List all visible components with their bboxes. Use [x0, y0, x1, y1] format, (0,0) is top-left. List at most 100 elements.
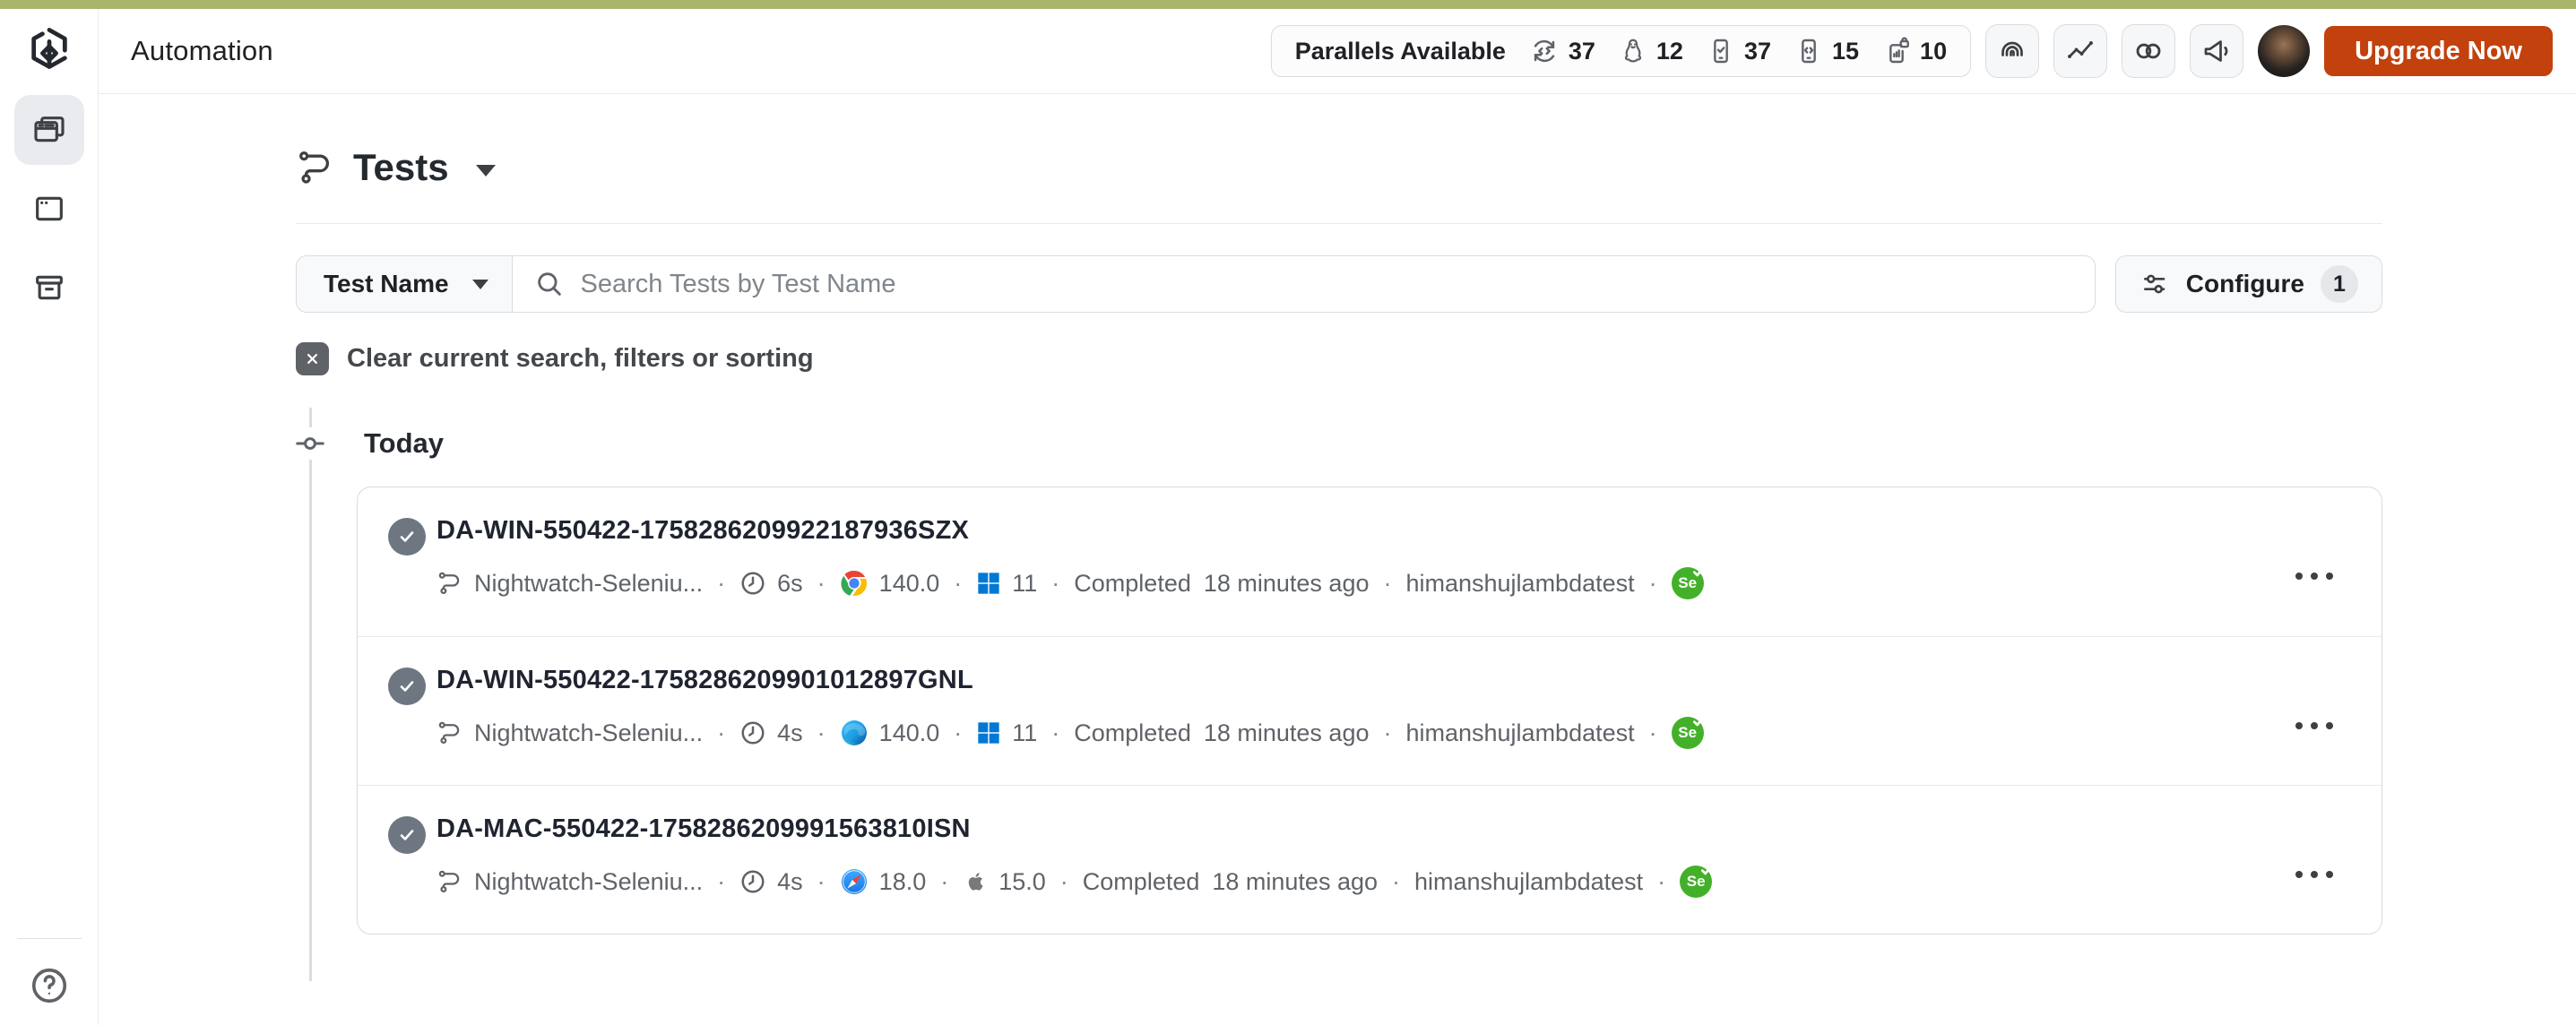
test-duration: 6s — [777, 570, 803, 598]
page-title: Tests — [353, 146, 449, 189]
parallels-mobile-code: 15 — [1794, 37, 1859, 65]
fingerprint-icon — [1996, 35, 2028, 67]
framework-route-icon — [437, 868, 463, 895]
framework-name[interactable]: Nightwatch-Seleniu... — [474, 719, 703, 747]
parallels-mobile-check: 37 — [1707, 37, 1771, 65]
test-duration: 4s — [777, 868, 803, 896]
mobile-code-icon — [1794, 37, 1823, 65]
clock-icon — [739, 570, 766, 597]
test-user: himanshujlambdatest — [1405, 570, 1634, 598]
test-row[interactable]: DA-WIN-550422-1758286209901012897GNL Nig… — [358, 636, 2382, 785]
top-header: Automation Parallels Available 37 — [99, 9, 2576, 94]
test-time-ago: 18 minutes ago — [1204, 570, 1370, 598]
status-passed-icon — [388, 518, 426, 556]
configure-count-badge: 1 — [2321, 265, 2358, 303]
parallels-available-widget[interactable]: Parallels Available 37 — [1271, 25, 1971, 77]
selenium-badge-icon: Se — [1672, 567, 1704, 599]
test-time-ago: 18 minutes ago — [1204, 719, 1370, 747]
megaphone-icon — [2200, 35, 2233, 67]
browser-version: 140.0 — [879, 570, 940, 598]
framework-route-icon — [437, 570, 463, 597]
lambdatest-logo-icon[interactable] — [22, 22, 76, 75]
parallels-linux: 12 — [1619, 37, 1683, 65]
search-icon — [534, 269, 565, 299]
windows-icon — [976, 720, 1001, 745]
test-time-ago: 18 minutes ago — [1212, 868, 1378, 896]
browser-version: 18.0 — [879, 868, 927, 896]
parallels-label: Parallels Available — [1295, 38, 1506, 65]
browser-notice-strip — [0, 0, 2576, 9]
mobile-check-icon — [1707, 37, 1735, 65]
analytics-button[interactable] — [2053, 24, 2107, 78]
sidebar-item-archive[interactable] — [14, 253, 84, 323]
os-version: 11 — [1012, 719, 1037, 747]
chevron-down-icon — [472, 280, 488, 289]
integrations-button[interactable] — [2122, 24, 2175, 78]
os-version: 11 — [1012, 570, 1037, 598]
windows-icon — [976, 571, 1001, 596]
row-actions-menu-button[interactable] — [2283, 858, 2346, 891]
upgrade-now-button[interactable]: Upgrade Now — [2324, 26, 2553, 76]
test-user: himanshujlambdatest — [1405, 719, 1634, 747]
clear-filters-button[interactable]: Clear current search, filters or sorting — [296, 342, 814, 375]
test-status: Completed — [1074, 719, 1191, 747]
page-header-title: Automation — [131, 35, 273, 67]
insights-button[interactable] — [1985, 24, 2039, 78]
sidebar — [0, 9, 99, 1025]
clock-icon — [739, 868, 766, 895]
sidebar-item-builds[interactable] — [14, 95, 84, 165]
timeline-node-icon — [294, 427, 326, 460]
parallels-device-lock: 10 — [1882, 37, 1947, 65]
framework-name[interactable]: Nightwatch-Seleniu... — [474, 570, 703, 598]
sidebar-divider — [17, 938, 82, 939]
parallels-web-automation: 37 — [1529, 36, 1595, 66]
link-icon — [2132, 35, 2165, 67]
test-name[interactable]: DA-MAC-550422-1758286209991563810ISN — [437, 814, 1712, 844]
tests-dropdown-caret-icon[interactable] — [476, 165, 496, 177]
clock-icon — [739, 719, 766, 746]
test-row[interactable]: DA-MAC-550422-1758286209991563810ISN Nig… — [358, 785, 2382, 934]
web-automation-icon — [1529, 36, 1560, 66]
search-field-value: Test Name — [324, 270, 449, 298]
search-input[interactable] — [581, 270, 2073, 299]
status-passed-icon — [388, 668, 426, 705]
help-icon[interactable] — [22, 959, 76, 1012]
browser-version: 140.0 — [879, 719, 940, 747]
line-chart-icon — [2064, 35, 2096, 67]
title-divider — [296, 223, 2382, 224]
search-field-selector[interactable]: Test Name — [296, 255, 513, 313]
configure-button[interactable]: Configure 1 — [2115, 255, 2382, 313]
test-status: Completed — [1083, 868, 1200, 896]
framework-name[interactable]: Nightwatch-Seleniu... — [474, 868, 703, 896]
test-name[interactable]: DA-WIN-550422-1758286209922187936SZX — [437, 516, 1704, 546]
sliders-icon — [2139, 269, 2170, 299]
selenium-badge-icon: Se — [1672, 717, 1704, 749]
configure-label: Configure — [2186, 270, 2304, 298]
test-name[interactable]: DA-WIN-550422-1758286209901012897GNL — [437, 666, 1704, 695]
timeline-line — [309, 408, 312, 981]
framework-route-icon — [437, 719, 463, 746]
clear-filters-label: Clear current search, filters or sorting — [347, 344, 814, 374]
edge-icon — [840, 719, 869, 747]
announcements-button[interactable] — [2190, 24, 2243, 78]
safari-icon — [840, 867, 869, 896]
test-user: himanshujlambdatest — [1414, 868, 1643, 896]
test-list: DA-WIN-550422-1758286209922187936SZX Nig… — [357, 487, 2382, 935]
row-actions-menu-button[interactable] — [2283, 560, 2346, 592]
status-passed-icon — [388, 816, 426, 854]
row-actions-menu-button[interactable] — [2283, 710, 2346, 742]
user-avatar[interactable] — [2258, 25, 2310, 77]
linux-icon — [1619, 37, 1647, 65]
search-box[interactable] — [513, 255, 2096, 313]
tests-route-icon — [296, 148, 335, 187]
device-lock-icon — [1882, 37, 1911, 65]
sidebar-item-sessions[interactable] — [14, 174, 84, 244]
test-row[interactable]: DA-WIN-550422-1758286209922187936SZX Nig… — [358, 487, 2382, 636]
apple-icon — [963, 869, 988, 894]
os-version: 15.0 — [998, 868, 1046, 896]
clear-x-icon — [296, 342, 329, 375]
test-timeline: Today DA-WIN-550422-1758286209922187936S… — [296, 427, 2382, 935]
test-status: Completed — [1074, 570, 1191, 598]
test-duration: 4s — [777, 719, 803, 747]
selenium-badge-icon: Se — [1680, 866, 1712, 898]
